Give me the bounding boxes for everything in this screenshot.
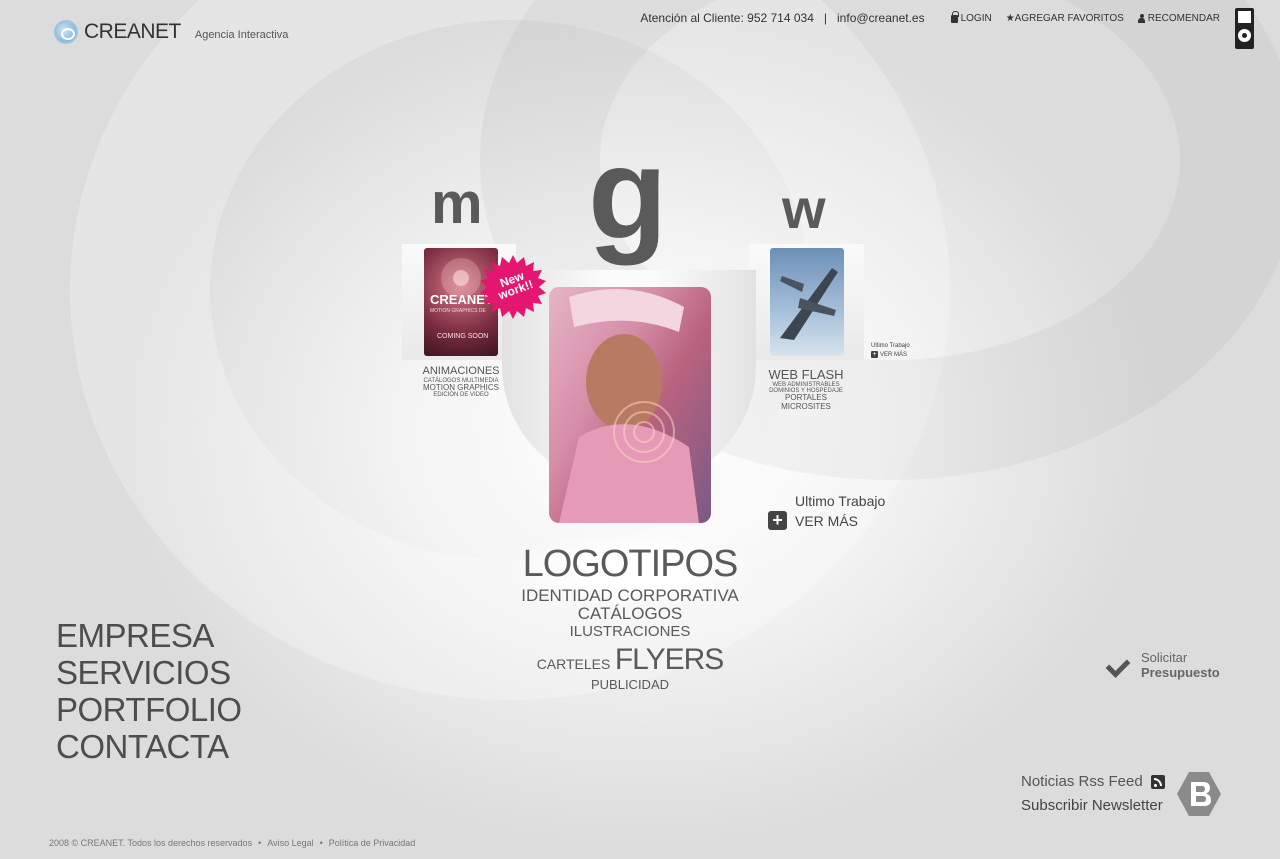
- animaciones-category[interactable]: ANIMACIONES CATÁLOGOS MULTIMEDIA MOTION …: [418, 365, 504, 399]
- main-nav: EMPRESA SERVICIOS PORTFOLIO CONTACTA: [56, 617, 242, 765]
- recommend-label: RECOMENDAR: [1147, 12, 1220, 24]
- add-favorites-link[interactable]: ★AGREGAR FAVORITOS: [1006, 13, 1124, 24]
- rss-feed-link[interactable]: Noticias Rss Feed: [1021, 773, 1165, 790]
- woman-in-pink-cap-image: [559, 289, 699, 523]
- add-favorites-label: ★AGREGAR FAVORITOS: [1005, 12, 1124, 24]
- newsletter-link[interactable]: Subscribir Newsletter: [1021, 797, 1163, 814]
- person-icon: [1137, 13, 1145, 23]
- new-work-badge: New work!!: [480, 254, 546, 320]
- category-item: EDICIÓN DE VIDEO: [433, 392, 489, 399]
- creanet-logo-icon: [54, 20, 78, 44]
- tag-catalogos[interactable]: CATÁLOGOS: [578, 604, 683, 623]
- top-bar: Atención al Cliente: 952 714 034 | info@…: [640, 11, 1220, 25]
- request-quote-link[interactable]: Solicitar Presupuesto: [1107, 650, 1220, 680]
- nav-item-empresa[interactable]: EMPRESA: [56, 617, 242, 654]
- tag-publicidad[interactable]: PUBLICIDAD: [520, 678, 740, 692]
- thumbnail-subtitle: MOTION GRAPHICS DE: [430, 308, 486, 314]
- brand-logo[interactable]: CREANET Agencia Interactiva: [54, 20, 288, 44]
- rss-label: Noticias Rss Feed: [1021, 773, 1143, 790]
- letter-m[interactable]: m: [431, 170, 483, 237]
- b-badge-icon[interactable]: [1175, 770, 1223, 818]
- copyright-text: 2008 © CREANET. Todos los derechos reser…: [49, 838, 253, 848]
- service-tag-cloud: LOGOTIPOS IDENTIDAD CORPORATIVA CATÁLOGO…: [520, 544, 740, 692]
- tag-identidad-corporativa[interactable]: IDENTIDAD CORPORATIVA: [520, 587, 740, 605]
- ver-mas-label: VER MÁS: [880, 351, 908, 358]
- player-wheel: [1238, 29, 1251, 42]
- tag-flyers[interactable]: FLYERS: [615, 643, 724, 676]
- web-flash-category[interactable]: WEB FLASH WEB ADMINISTRABLES DOMINIOS Y …: [766, 368, 846, 411]
- brand-tagline: Agencia Interactiva: [194, 29, 289, 41]
- login-label: LOGIN: [960, 12, 992, 24]
- quote-line1: Solicitar: [1141, 650, 1188, 665]
- legal-notice-link[interactable]: Aviso Legal: [267, 838, 313, 848]
- nav-item-portfolio[interactable]: PORTFOLIO: [56, 691, 242, 728]
- separator: |: [823, 11, 828, 25]
- tag-logotipos[interactable]: LOGOTIPOS: [520, 544, 740, 585]
- plus-icon: +: [768, 511, 787, 530]
- footer: 2008 © CREANET. Todos los derechos reser…: [49, 838, 415, 848]
- music-player-icon[interactable]: [1235, 8, 1254, 49]
- ver-mas-label: VER MÁS: [795, 512, 859, 529]
- player-screen: [1238, 11, 1251, 23]
- category-item: WEB ADMINISTRABLES: [772, 381, 840, 388]
- ultimo-trabajo-link[interactable]: Ultimo Trabajo + VER MÁS: [768, 493, 885, 530]
- privacy-policy-link[interactable]: Política de Privacidad: [329, 838, 416, 848]
- quote-line2: Presupuesto: [1141, 665, 1220, 680]
- lock-icon: [950, 11, 959, 23]
- bullet-separator: •: [319, 838, 323, 848]
- tag-carteles[interactable]: CARTELES: [537, 656, 611, 672]
- letter-w[interactable]: w: [782, 176, 826, 241]
- login-link[interactable]: LOGIN: [950, 11, 992, 24]
- rss-icon: [1150, 774, 1165, 789]
- ultimo-trabajo-title: Ultimo Trabajo: [795, 493, 886, 509]
- letter-g[interactable]: g: [588, 118, 667, 268]
- contact-email-link[interactable]: info@creanet.es: [837, 11, 925, 25]
- brand-name: CREANET: [84, 20, 181, 43]
- customer-service-phone: Atención al Cliente: 952 714 034: [640, 11, 814, 25]
- ultimo-trabajo-title: Ultimo Trabajo: [871, 343, 910, 349]
- thumbnail-status: COMING SOON: [437, 333, 489, 340]
- ultimo-trabajo-web-link[interactable]: Ultimo Trabajo + VER MÁS: [871, 343, 910, 360]
- plus-icon: +: [871, 350, 878, 358]
- nav-item-servicios[interactable]: SERVICIOS: [56, 654, 242, 691]
- category-item: MICROSITES: [781, 401, 831, 411]
- airplane-image: [780, 268, 838, 340]
- bullet-separator: •: [258, 838, 262, 848]
- featured-logo-work-image[interactable]: [549, 287, 711, 523]
- checkmark-icon: [1107, 654, 1133, 676]
- tag-ilustraciones[interactable]: ILUSTRACIONES: [570, 623, 691, 640]
- category-item: MOTION GRAPHICS: [422, 382, 499, 392]
- category-title: WEB FLASH: [768, 367, 844, 382]
- web-flash-thumbnail[interactable]: [770, 248, 844, 356]
- nav-item-contacta[interactable]: CONTACTA: [56, 728, 242, 765]
- recommend-link[interactable]: RECOMENDAR: [1137, 12, 1220, 24]
- category-title: ANIMACIONES: [422, 365, 500, 377]
